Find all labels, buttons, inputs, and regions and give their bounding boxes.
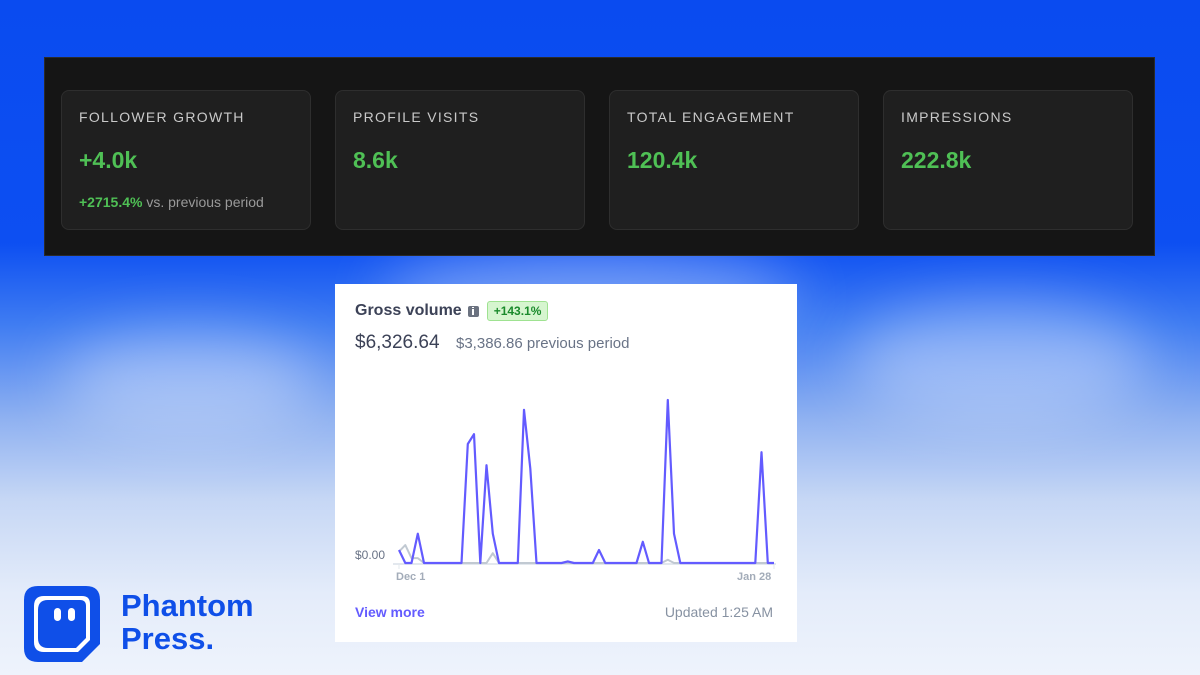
- x-tick-label-start: Dec 1: [396, 571, 426, 583]
- stat-card-follower-growth: FOLLOWER GROWTH +4.0k +2715.4% vs. previ…: [61, 90, 311, 230]
- stat-value: 222.8k: [901, 147, 972, 173]
- stat-change: +2715.4% vs. previous period: [79, 194, 310, 210]
- stat-label: TOTAL ENGAGEMENT: [627, 109, 795, 125]
- stat-card-impressions: IMPRESSIONS 222.8k: [883, 90, 1133, 230]
- stat-card-total-engagement: TOTAL ENGAGEMENT 120.4k: [609, 90, 859, 230]
- series-line-previous: [398, 544, 774, 564]
- stat-change-suffix: vs. previous period: [146, 194, 264, 210]
- logo-line-2: Press.: [121, 621, 215, 656]
- gross-volume-chart: [393, 398, 776, 569]
- x-tick-label-end: Jan 28: [737, 571, 772, 583]
- stat-label: PROFILE VISITS: [353, 109, 480, 125]
- background-cloud: [850, 300, 1150, 420]
- stats-panel: FOLLOWER GROWTH +4.0k +2715.4% vs. previ…: [44, 57, 1155, 256]
- logo-line-1: Phantom: [121, 588, 254, 623]
- updated-timestamp: Updated 1:25 AM: [664, 604, 773, 620]
- y-axis-zero-label: $0.00: [355, 548, 386, 562]
- stat-value: +4.0k: [79, 147, 138, 173]
- stat-value: 120.4k: [627, 147, 698, 173]
- stat-label: FOLLOWER GROWTH: [79, 109, 245, 125]
- series-line-current: [398, 398, 774, 565]
- background-cloud: [60, 330, 320, 430]
- gross-volume-card: Gross volume +143.1% $6,326.64 $3,386.86…: [335, 284, 797, 642]
- stat-change-percent: +2715.4%: [79, 194, 143, 210]
- view-more-link[interactable]: View more: [355, 604, 425, 620]
- phantom-press-logo-text: Phantom Press.: [121, 589, 254, 655]
- stat-value: 8.6k: [353, 147, 398, 173]
- stat-card-profile-visits: PROFILE VISITS 8.6k: [335, 90, 585, 230]
- stat-label: IMPRESSIONS: [901, 109, 1013, 125]
- phantom-press-logo-icon: [24, 586, 100, 662]
